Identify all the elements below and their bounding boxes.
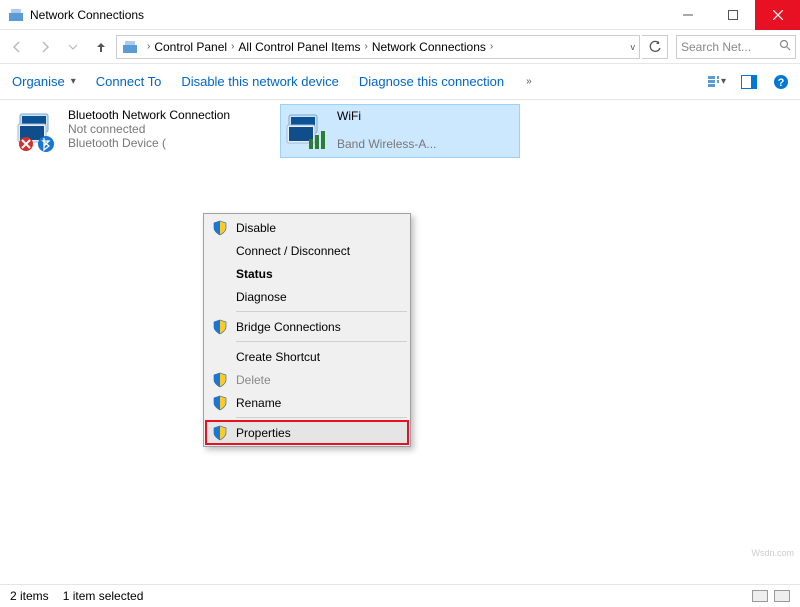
chevron-down-icon: ▾ [71,76,76,87]
connection-status: Not connected [68,122,230,136]
maximize-button[interactable] [710,0,755,30]
shield-icon [212,319,228,335]
shield-icon [212,395,228,411]
bluetooth-adapter-icon [16,108,60,152]
selection-count: 1 item selected [63,589,144,603]
shield-icon [212,220,228,236]
breadcrumb-control-panel[interactable]: Control Panel [154,40,227,54]
address-dropdown[interactable]: v [631,42,636,52]
chevron-right-icon: › [231,41,234,52]
shield-icon [212,372,228,388]
diagnose-button[interactable]: Diagnose this connection [359,74,504,89]
forward-button[interactable] [32,34,58,60]
close-button[interactable] [755,0,800,30]
address-row: › Control Panel › All Control Panel Item… [0,30,800,64]
breadcrumb-all-items[interactable]: All Control Panel Items [238,40,360,54]
status-bar: 2 items 1 item selected [0,584,800,607]
shield-icon [212,425,228,441]
ctx-properties[interactable]: Properties [206,421,408,444]
location-icon [121,38,139,56]
connection-name: WiFi [337,109,436,123]
chevron-right-icon: › [147,41,150,52]
ctx-delete: Delete [206,368,408,391]
ctx-bridge[interactable]: Bridge Connections [206,315,408,338]
connect-to-button[interactable]: Connect To [96,74,162,89]
organise-menu[interactable]: Organise▾ [12,74,76,89]
recent-dropdown[interactable] [60,34,86,60]
chevron-down-icon: ▾ [721,76,726,87]
back-button[interactable] [4,34,30,60]
help-button[interactable]: ? [772,73,790,91]
ctx-rename[interactable]: Rename [206,391,408,414]
connection-item-bluetooth[interactable]: Bluetooth Network Connection Not connect… [12,104,262,156]
overflow-chevron-icon[interactable]: » [526,76,532,87]
ctx-create-shortcut[interactable]: Create Shortcut [206,345,408,368]
watermark: Wsdn.com [751,548,794,558]
details-view-button[interactable] [752,590,768,602]
large-icons-view-button[interactable] [774,590,790,602]
search-placeholder: Search Net... [681,40,751,54]
command-bar: Organise▾ Connect To Disable this networ… [0,64,800,100]
context-menu: Disable Connect / Disconnect Status Diag… [203,213,411,447]
up-button[interactable] [88,34,114,60]
app-icon [8,7,24,23]
breadcrumb[interactable]: › Control Panel › All Control Panel Item… [116,35,640,59]
chevron-right-icon: › [364,41,367,52]
window-title: Network Connections [30,8,665,22]
ctx-connect-disconnect[interactable]: Connect / Disconnect [206,239,408,262]
ctx-status[interactable]: Status [206,262,408,285]
search-input[interactable]: Search Net... [676,35,796,59]
disable-device-button[interactable]: Disable this network device [181,74,339,89]
view-options-button[interactable]: ▾ [708,73,726,91]
svg-text:?: ? [778,77,785,89]
items-view[interactable]: Bluetooth Network Connection Not connect… [0,100,800,584]
refresh-button[interactable] [642,35,668,59]
separator [236,417,407,418]
connection-device: Bluetooth Device ( [68,136,230,150]
view-mode-icons [752,590,790,602]
separator [236,341,407,342]
separator [236,311,407,312]
item-count: 2 items [10,589,49,603]
breadcrumb-network-connections[interactable]: Network Connections [372,40,486,54]
ctx-disable[interactable]: Disable [206,216,408,239]
chevron-right-icon: › [490,41,493,52]
connection-name: Bluetooth Network Connection [68,108,230,122]
connection-status [337,123,436,137]
wifi-adapter-icon [285,109,329,153]
preview-pane-button[interactable] [740,73,758,91]
connection-device: Band Wireless-A... [337,137,436,151]
ctx-diagnose[interactable]: Diagnose [206,285,408,308]
minimize-button[interactable] [665,0,710,30]
search-icon [779,39,791,54]
title-bar: Network Connections [0,0,800,30]
connection-item-wifi[interactable]: WiFi Band Wireless-A... [280,104,520,158]
